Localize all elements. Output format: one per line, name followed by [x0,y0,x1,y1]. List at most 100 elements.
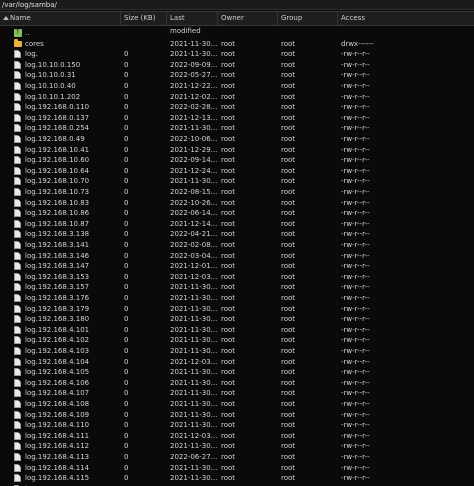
file-row[interactable]: log.192.168.3.176 0 2021-11-30... root root -… [0,293,474,304]
file-row[interactable]: log.192.168.0.49 0 2022-10-06... root root -r… [0,134,474,145]
file-size: 0 [124,60,129,69]
file-access: -rw-r--r-- [341,262,370,271]
file-row[interactable]: log.192.168.10.60 0 2022-09-14... root root -… [0,155,474,166]
file-access: -rw-r--r-- [341,325,370,334]
file-row[interactable]: log.192.168.3.180 0 2021-11-30... root root -… [0,314,474,325]
file-row[interactable]: log. 0 2021-11-30... root root -rw-r--r-- [0,49,474,60]
file-row[interactable]: log.192.168.10.86 0 2022-06-14... root root -… [0,208,474,219]
file-owner: root [221,177,236,186]
file-size: 0 [124,378,129,387]
file-access: -rw-r--r-- [341,431,370,440]
file-row[interactable]: log.192.168.0.110 0 2022-02-28... root root -… [0,102,474,113]
file-row[interactable]: log.192.168.4.111 0 2021-12-03... root root -… [0,431,474,442]
file-name: log.192.168.3.157 [25,283,90,292]
file-row[interactable]: log.192.168.0.254 0 2021-11-30... root root -… [0,123,474,134]
file-row[interactable]: log.192.168.4.110 0 2021-11-30... root root -… [0,420,474,431]
row-icon-cell [14,187,22,198]
file-modified: 2021-12-01... [170,262,218,271]
file-row[interactable]: log.192.168.4.104 0 2021-12-03... root root -… [0,357,474,368]
path-bar[interactable]: /var/log/samba/ [0,0,474,10]
file-name: log.192.168.3.153 [25,272,90,281]
file-owner: root [221,103,236,112]
file-owner: root [221,378,236,387]
file-row[interactable]: log.192.168.4.103 0 2021-11-30... root root -… [0,346,474,357]
file-size: 0 [124,400,129,408]
column-header-access[interactable]: Access [338,12,474,25]
file-icon [14,474,21,483]
file-row[interactable]: log.192.168.10.64 0 2021-12-24... root root -… [0,166,474,177]
file-icon [14,251,21,260]
row-icon-cell [14,367,22,378]
row-icon-cell [14,113,22,124]
file-row[interactable]: log.192.168.4.105 0 2021-11-30... root root -… [0,367,474,378]
folder-row[interactable]: cores 2021-11-30... root root drwx------ [0,38,474,50]
parent-directory-row[interactable]: .. [0,28,474,39]
row-icon-cell [14,261,22,272]
file-access: -rw-r--r-- [341,230,370,239]
file-icon [14,262,21,271]
file-row[interactable]: log.192.168.3.153 0 2021-12-03... root root -… [0,272,474,283]
file-icon [14,209,21,218]
file-access: -rw-r--r-- [341,71,370,80]
file-owner: root [221,124,236,133]
file-row[interactable]: log.10.10.0.31 0 2022-05-27... root root -rw-… [0,70,474,81]
file-size: 0 [124,50,129,59]
file-row[interactable]: log.192.168.10.83 0 2022-10-26... root root -… [0,198,474,209]
column-header-owner[interactable]: Owner [218,12,278,25]
file-modified: 2021-11-30... [170,421,218,430]
file-row[interactable]: log.192.168.10.70 0 2021-11-30... root root -… [0,176,474,187]
file-row[interactable]: log.192.168.10.41 0 2021-12-29... root root -… [0,145,474,156]
file-row[interactable]: log.10.10.1.202 0 2021-12-02... root root -rw… [0,92,474,103]
file-row[interactable]: log.10.10.0.150 0 2022-09-09... root root -rw… [0,60,474,71]
file-name: log.192.168.0.49 [25,135,85,143]
file-row[interactable]: log.192.168.10.73 0 2022-08-15... root root -… [0,187,474,198]
file-row[interactable]: log.192.168.4.107 0 2021-11-30... root root -… [0,388,474,399]
file-row[interactable]: log.192.168.4.108 0 2021-11-30... root root -… [0,399,474,410]
file-modified: 2021-11-30... [170,378,218,387]
file-name: log.10.10.0.31 [25,71,76,80]
file-access: -rw-r--r-- [341,453,370,461]
column-header-group[interactable]: Group [278,12,338,25]
file-row[interactable]: log.192.168.4.101 0 2021-11-30... root root -… [0,325,474,336]
column-header-size[interactable]: Size (KB) [121,12,167,25]
file-size: 0 [124,156,129,165]
file-modified: 2021-12-29... [170,145,218,154]
file-row[interactable]: log.192.168.3.179 0 2021-11-30... root root -… [0,304,474,315]
file-row[interactable]: log.192.168.4.114 0 2021-11-30... root root -… [0,463,474,474]
file-row[interactable]: log.192.168.4.106 0 2021-11-30... root root -… [0,378,474,389]
file-size: 0 [124,315,129,324]
column-header-name[interactable]: Name [0,12,121,25]
file-row[interactable]: log.192.168.4.102 0 2021-11-30... root root -… [0,335,474,346]
file-name: log.10.10.1.202 [25,92,81,101]
file-access: -rw-r--r-- [341,294,370,302]
file-row[interactable]: log.192.168.4.113 0 2022-06-27... root root -… [0,452,474,463]
file-row[interactable]: log.192.168.3.141 0 2022-02-08... root root -… [0,240,474,251]
file-row[interactable]: log.192.168.0.137 0 2021-12-13... root root -… [0,113,474,124]
file-row[interactable]: log.192.168.4.112 0 2021-11-30... root root -… [0,441,474,452]
file-row[interactable]: log.192.168.10.87 0 2021-12-14... root root -… [0,219,474,230]
file-name: log.10.10.0.150 [25,60,81,69]
file-row[interactable]: log.192.168.4.109 0 2021-11-30... root root -… [0,410,474,421]
file-group: root [281,410,296,419]
file-icon [14,283,21,292]
file-group: root [281,347,296,355]
file-modified: 2021-11-30... [170,463,218,472]
file-row[interactable]: log.192.168.3.146 0 2022-03-04... root root -… [0,251,474,262]
file-size: 0 [124,357,129,366]
file-icon [14,188,21,196]
row-icon-cell [14,463,22,474]
file-icon [14,177,21,186]
file-modified: 2021-12-03... [170,272,218,281]
file-owner: root [221,60,236,69]
file-row[interactable]: log.192.168.4.115 0 2021-11-30... root root -… [0,473,474,484]
file-modified: 2021-11-30... [170,325,218,334]
file-row[interactable]: log.192.168.3.157 0 2021-11-30... root root -… [0,282,474,293]
file-row[interactable]: log.10.10.0.40 0 2021-12-22... root root -rw-… [0,81,474,92]
file-access: -rw-r--r-- [341,103,370,112]
column-header-modified[interactable]: Last modified [167,12,218,35]
file-owner: root [221,336,236,345]
file-row[interactable]: log.192.168.3.138 0 2022-04-21... root root -… [0,229,474,240]
file-owner: root [221,82,236,90]
file-size: 0 [124,368,129,377]
file-row[interactable]: log.192.168.3.147 0 2021-12-01... root root -… [0,261,474,272]
